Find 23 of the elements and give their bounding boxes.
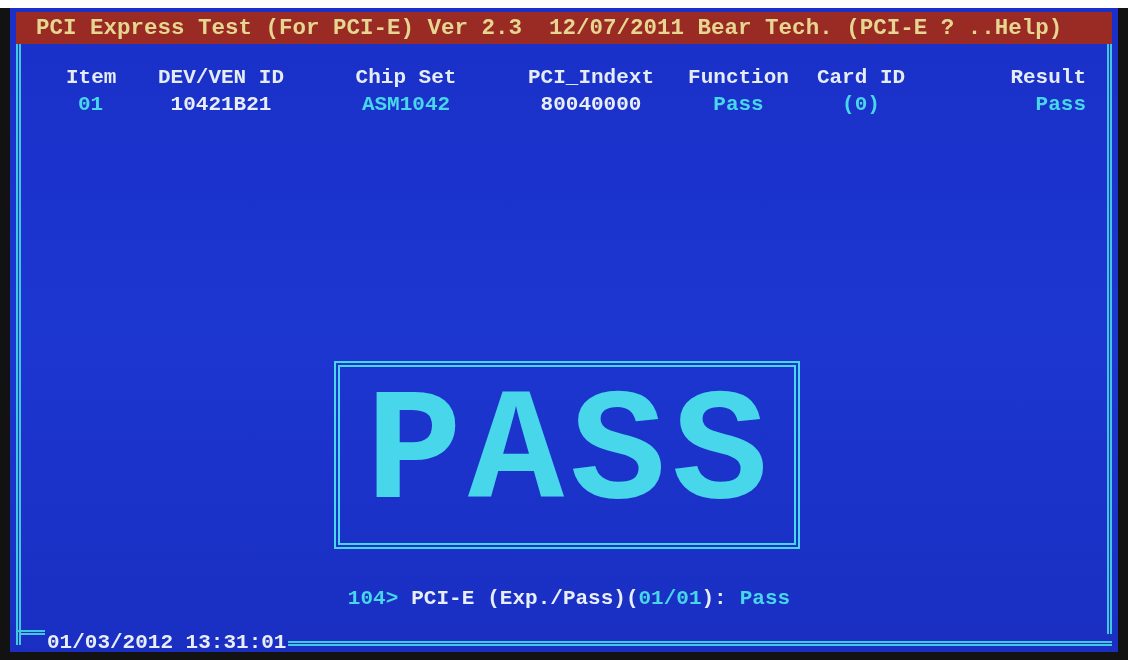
status-text: ): (701, 586, 727, 612)
column-header: Card ID (816, 65, 906, 91)
column-header: DEV/VEN ID (157, 65, 285, 91)
table-cell-text: ASM1042 (360, 92, 452, 118)
table-cell-text: 01 (77, 92, 105, 118)
status-text: Pass (739, 586, 791, 612)
title-bar: PCI Express Test (For PCI-E) Ver 2.3 12/07/2011 Bear Tech. (PCI-E ? ..Help) (16, 12, 1112, 44)
column-header: PCI_Indext (527, 65, 655, 91)
table-cell-text: Pass (712, 92, 765, 118)
table-cell-text: Pass (1034, 92, 1086, 118)
column-header: Item (66, 65, 118, 91)
table-cell-text: (0) (841, 92, 881, 118)
table-cell-text: 80040000 (539, 92, 643, 118)
status-text: 01/01 (638, 586, 702, 612)
table-cell-text: 10421B21 (169, 92, 273, 118)
column-header: Function (687, 65, 790, 91)
status-text: (Exp./Pass)( (487, 586, 639, 612)
status-text: PCI-E (411, 586, 475, 612)
pass-banner: PASS (333, 361, 801, 549)
status-text: 104> (347, 586, 399, 612)
column-header: Chip Set (354, 65, 458, 91)
column-header: Result (1009, 65, 1086, 91)
date-time-text: 01/03/2012 13:31:01 (46, 634, 288, 652)
